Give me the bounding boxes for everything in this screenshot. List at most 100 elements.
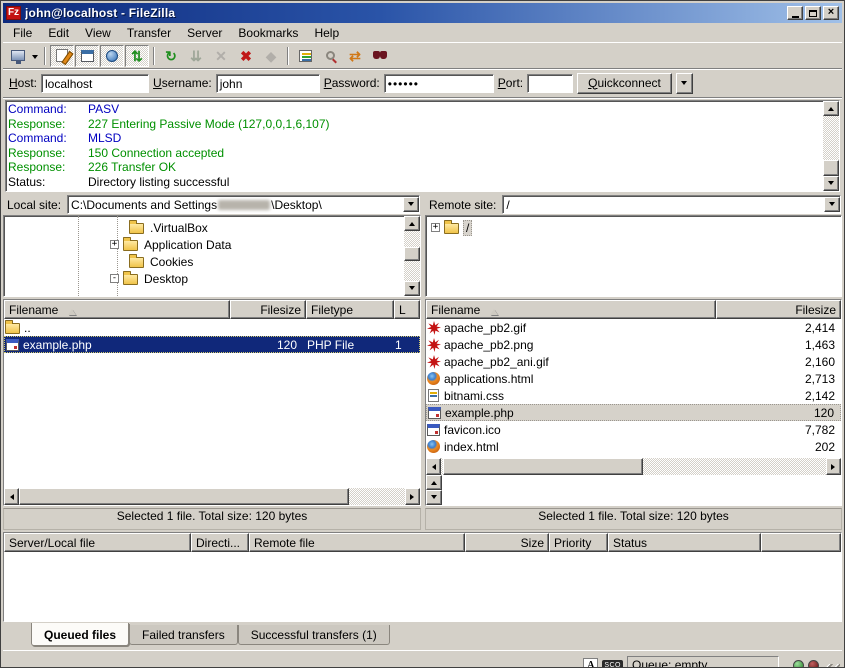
column-header-filesize[interactable]: Filesize	[230, 300, 306, 319]
tree-expander-minus[interactable]: -	[110, 274, 119, 283]
directory-comparison-button[interactable]	[318, 45, 342, 67]
menu-transfer[interactable]: Transfer	[119, 24, 179, 42]
list-item[interactable]: index.html202	[426, 438, 841, 455]
list-item[interactable]: apache_pb2.gif2,414	[426, 319, 841, 336]
scroll-up-button[interactable]	[823, 101, 839, 116]
directory-listing-filters-button[interactable]	[293, 45, 317, 67]
scrollbar-thumb[interactable]	[19, 488, 349, 505]
tab-failed-transfers[interactable]: Failed transfers	[129, 625, 238, 645]
list-item[interactable]: apache_pb2.png1,463	[426, 336, 841, 353]
refresh-button[interactable]: ↻	[159, 45, 183, 67]
remote-path-dropdown[interactable]	[824, 197, 840, 212]
column-header-size[interactable]: Size	[465, 533, 549, 552]
list-item[interactable]: apache_pb2_ani.gif2,160	[426, 353, 841, 370]
scrollbar-thumb[interactable]	[443, 458, 643, 475]
toggle-transfer-queue-button[interactable]: ⇅	[125, 45, 149, 67]
site-manager-dropdown[interactable]	[32, 55, 38, 62]
tree-expander-plus[interactable]: +	[431, 223, 440, 232]
speed-limit-badge-icon[interactable]: SCQ	[602, 660, 623, 668]
cancel-button[interactable]: ✕	[209, 45, 233, 67]
scroll-down-button[interactable]	[404, 281, 420, 296]
tree-expander-plus[interactable]: +	[110, 240, 119, 249]
scroll-up-button[interactable]	[404, 216, 420, 231]
list-item-example-php[interactable]: example.php 120 PHP File 1	[4, 336, 420, 353]
column-header-remote-file[interactable]: Remote file	[249, 533, 465, 552]
local-list-hscrollbar[interactable]	[4, 488, 420, 505]
close-button[interactable]: ×	[823, 6, 839, 20]
tree-item-application-data[interactable]: + Application Data	[4, 236, 404, 253]
list-item[interactable]: favicon.ico7,782	[426, 421, 841, 438]
local-tree-scrollbar[interactable]	[404, 216, 420, 296]
scrollbar-track[interactable]	[441, 458, 826, 475]
maximize-button[interactable]	[805, 6, 821, 20]
scroll-right-button[interactable]	[826, 458, 841, 475]
local-tree[interactable]: .VirtualBox + Application Data Cookies -	[3, 215, 421, 297]
port-input[interactable]	[527, 74, 573, 93]
menu-file[interactable]: File	[5, 24, 40, 42]
list-item-parent-dir[interactable]: ..	[4, 319, 420, 336]
local-path-combo[interactable]: C:\Documents and Settings\Desktop\	[67, 195, 420, 214]
tree-item-desktop[interactable]: - Desktop	[4, 270, 404, 287]
password-input[interactable]: ••••••	[384, 74, 494, 93]
tree-item-virtualbox[interactable]: .VirtualBox	[4, 219, 404, 236]
quickconnect-dropdown[interactable]	[676, 73, 693, 94]
log-scrollbar[interactable]	[823, 101, 839, 191]
disconnect-button[interactable]: ✖	[234, 45, 258, 67]
column-header-server-local-file[interactable]: Server/Local file	[4, 533, 191, 552]
menu-view[interactable]: View	[77, 24, 119, 42]
scroll-right-button[interactable]	[405, 488, 420, 505]
scrollbar-thumb[interactable]	[404, 247, 420, 261]
remote-list-scrollbar[interactable]	[426, 475, 442, 505]
tab-successful-transfers[interactable]: Successful transfers (1)	[238, 625, 390, 645]
column-header-filename[interactable]: Filename	[4, 300, 230, 319]
menu-edit[interactable]: Edit	[40, 24, 77, 42]
column-header-status[interactable]: Status	[608, 533, 761, 552]
column-header-filesize[interactable]: Filesize	[716, 300, 841, 319]
host-input[interactable]: localhost	[41, 74, 149, 93]
menu-server[interactable]: Server	[179, 24, 230, 42]
scrollbar-thumb[interactable]	[823, 160, 839, 176]
local-list-rows: .. example.php 120 PHP File 1	[4, 319, 420, 488]
transfer-type-ascii-icon[interactable]: A	[583, 658, 598, 668]
scroll-down-button[interactable]	[823, 176, 839, 191]
queue-empty-area[interactable]	[4, 552, 841, 621]
scrollbar-track[interactable]	[823, 116, 839, 176]
scroll-down-button[interactable]	[426, 490, 442, 505]
local-path-dropdown[interactable]	[403, 197, 419, 212]
tree-item-root[interactable]: + /	[426, 219, 841, 236]
scroll-up-button[interactable]	[426, 475, 442, 490]
scrollbar-track[interactable]	[19, 488, 405, 505]
scrollbar-track[interactable]	[404, 231, 420, 281]
remote-path-combo[interactable]: /	[502, 195, 841, 214]
minimize-button[interactable]	[787, 6, 803, 20]
resize-grip[interactable]	[825, 664, 840, 668]
process-queue-button[interactable]: ⇊	[184, 45, 208, 67]
tab-queued-files[interactable]: Queued files	[31, 623, 129, 646]
menu-bookmarks[interactable]: Bookmarks	[230, 24, 306, 42]
find-files-button[interactable]	[368, 45, 392, 67]
reconnect-button[interactable]: ◆	[259, 45, 283, 67]
column-header-lastmodified[interactable]: L	[394, 300, 420, 319]
list-item-selected[interactable]: example.php120	[426, 404, 841, 421]
list-item[interactable]: bitnami.css2,142	[426, 387, 841, 404]
column-header-filename[interactable]: Filename	[426, 300, 716, 319]
remote-tree[interactable]: + /	[425, 215, 842, 297]
site-manager-button[interactable]	[6, 45, 30, 67]
message-log[interactable]: Command:PASV Response:227 Entering Passi…	[5, 100, 840, 192]
scroll-left-button[interactable]	[426, 458, 441, 475]
scroll-left-button[interactable]	[4, 488, 19, 505]
toggle-remote-tree-button[interactable]	[100, 45, 124, 67]
username-input[interactable]: john	[216, 74, 320, 93]
list-item[interactable]: applications.html2,713	[426, 370, 841, 387]
synchronized-browsing-button[interactable]: ⇄	[343, 45, 367, 67]
column-header-priority[interactable]: Priority	[549, 533, 608, 552]
remote-list-hscrollbar[interactable]	[426, 458, 841, 475]
column-header-direction[interactable]: Directi...	[191, 533, 249, 552]
toggle-message-log-button[interactable]	[50, 45, 74, 67]
tree-item-cookies[interactable]: Cookies	[4, 253, 404, 270]
column-header-filetype[interactable]: Filetype	[306, 300, 394, 319]
quickconnect-button[interactable]: Quickconnect	[577, 73, 672, 94]
toggle-local-tree-button[interactable]	[75, 45, 99, 67]
menu-help[interactable]: Help	[306, 24, 347, 42]
title-bar[interactable]: Fz john@localhost - FileZilla ×	[3, 3, 842, 23]
